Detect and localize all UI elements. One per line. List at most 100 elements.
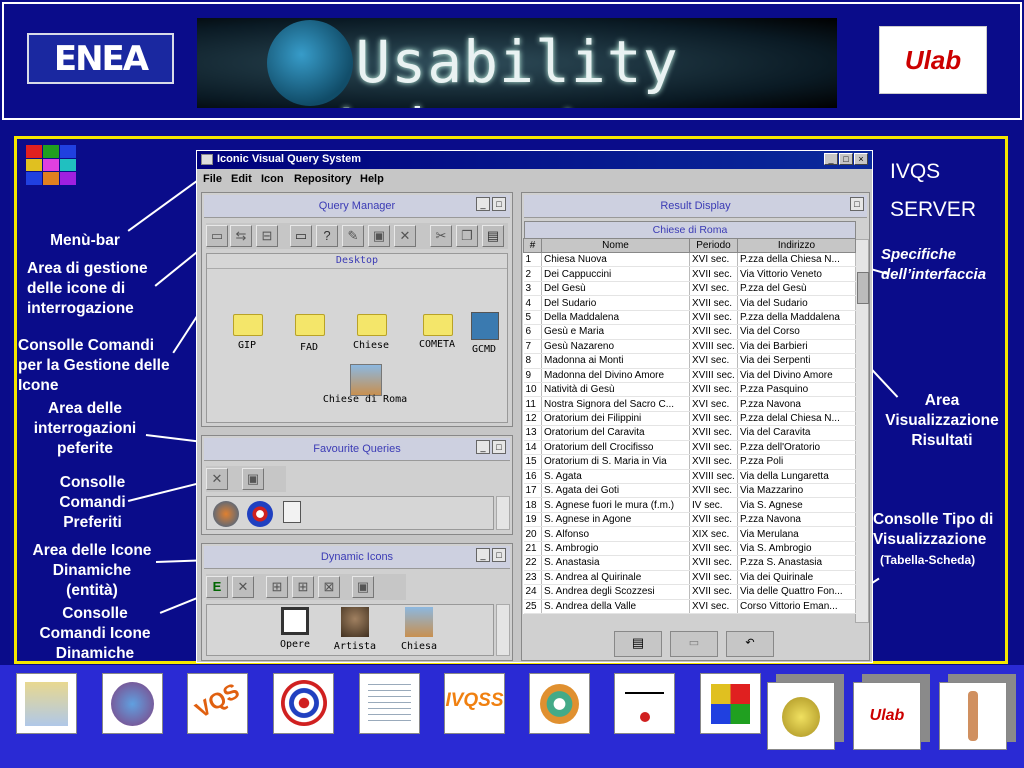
table-row[interactable]: 3 Del Gesù XVI sec. P.zza del Gesù — [523, 281, 856, 297]
column-header[interactable]: Nome — [541, 238, 690, 253]
relation-icon[interactable]: ⊠ — [318, 576, 340, 598]
menu-icon[interactable]: Icon — [261, 173, 284, 185]
table-row[interactable]: 10 Natività di Gesù XVII sec. P.zza Pasquin… — [523, 382, 856, 398]
satellite-icon[interactable] — [471, 312, 499, 340]
table-row[interactable]: 21 S. Ambrogio XVII sec. Via S. Ambrogio — [523, 541, 856, 557]
column-header[interactable]: Indirizzo — [737, 238, 856, 253]
open-folder-icon[interactable]: ▭ — [206, 225, 228, 247]
panel-minimize-button[interactable]: _ — [476, 548, 490, 562]
globe-icon[interactable] — [213, 501, 239, 527]
web-globe-icon[interactable] — [102, 673, 163, 734]
table-cell: S. Agata — [541, 469, 690, 485]
table-row[interactable]: 14 Oratorium dell Crocifisso XVII sec. P.zz… — [523, 440, 856, 456]
panel-maximize-button[interactable]: □ — [850, 197, 864, 211]
column-header[interactable]: Periodo — [689, 238, 738, 253]
table-row[interactable]: 15 Oratorium di S. Maria in Via XVII sec. P… — [523, 454, 856, 470]
table-cell: 13 — [523, 425, 542, 441]
table-row[interactable]: 17 S. Agata dei Goti XVII sec. Via Mazzarin… — [523, 483, 856, 499]
panel-minimize-button[interactable]: _ — [476, 440, 490, 454]
arrows-icon[interactable]: ⇆ — [230, 225, 252, 247]
table-row[interactable]: 11 Nostra Signora del Sacro C... XVI sec. P… — [523, 396, 856, 412]
column-header[interactable]: # — [523, 238, 542, 253]
church-icon[interactable] — [350, 364, 382, 396]
copy-icon[interactable]: ❐ — [456, 225, 478, 247]
www-globe-icon[interactable] — [767, 682, 835, 750]
table-row[interactable]: 22 S. Anastasia XVII sec. P.zza S. Anastasi… — [523, 555, 856, 571]
delete-icon[interactable]: ✕ — [232, 576, 254, 598]
new-folder-icon[interactable]: ▭ — [290, 225, 312, 247]
cut-icon[interactable]: ✂ — [430, 225, 452, 247]
table-row[interactable]: 4 Del Sudario XVII sec. Via del Sudario — [523, 295, 856, 311]
table-cell: XVII sec. — [689, 541, 738, 557]
table-row[interactable]: 5 Della Maddalena XVII sec. P.zza della Mad… — [523, 310, 856, 326]
painting-icon[interactable] — [281, 607, 309, 635]
table-cell: S. Agnese fuori le mura (f.m.) — [541, 497, 690, 513]
panel-minimize-button[interactable]: _ — [476, 197, 490, 211]
artist-icon[interactable] — [341, 607, 369, 637]
query-icon[interactable]: ▣ — [352, 576, 374, 598]
panel-maximize-button[interactable]: □ — [492, 440, 506, 454]
folder-icon[interactable] — [233, 314, 263, 336]
delete-icon[interactable]: ✕ — [206, 468, 228, 490]
table-row[interactable]: 20 S. Alfonso XIX sec. Via Merulana — [523, 526, 856, 542]
table-row[interactable]: 8 Madonna ai Monti XVI sec. Via dei Serpent… — [523, 353, 856, 369]
close-button[interactable]: × — [854, 153, 868, 165]
folder-label: Chiese — [352, 340, 390, 351]
table-row[interactable]: 13 Oratorium del Caravita XVII sec. Via del… — [523, 425, 856, 441]
target-icon[interactable] — [247, 501, 273, 527]
help-icon[interactable]: ? — [316, 225, 338, 247]
maximize-button[interactable]: □ — [839, 153, 853, 165]
table-row[interactable]: 2 Dei Cappuccini XVII sec. Via Vittorio Ven… — [523, 266, 856, 282]
result-scrollbar[interactable] — [855, 239, 869, 623]
table-view-button[interactable]: ▭ — [670, 631, 718, 657]
record-view-button[interactable]: ▤ — [614, 631, 662, 657]
menu-file[interactable]: File — [203, 173, 222, 185]
table-row[interactable]: 9 Madonna del Divino Amore XVIII sec. Via d… — [523, 368, 856, 383]
network-icon[interactable]: ⊟ — [256, 225, 278, 247]
table-row[interactable]: 16 S. Agata XVIII sec. Via della Lungaretta — [523, 469, 856, 485]
minimize-button[interactable]: _ — [824, 153, 838, 165]
table-row[interactable]: 24 S. Andrea degli Scozzesi XVII sec. Via d… — [523, 584, 856, 600]
query-icon[interactable]: ▣ — [368, 225, 390, 247]
computer-network-icon[interactable] — [614, 673, 675, 734]
menu-repository[interactable]: Repository — [294, 173, 351, 185]
panel-maximize-button[interactable]: □ — [492, 197, 506, 211]
drawing-tools-icon[interactable] — [359, 673, 420, 734]
edit-icon[interactable]: ✎ — [342, 225, 364, 247]
add-entity-icon[interactable]: E — [206, 576, 228, 598]
menu-edit[interactable]: Edit — [231, 173, 252, 185]
delete-icon[interactable]: ✕ — [394, 225, 416, 247]
table-row[interactable]: 23 S. Andrea al Quirinale XVII sec. Via dei… — [523, 570, 856, 586]
ulab-icon[interactable]: Ulab — [853, 682, 921, 750]
gears-icon[interactable] — [529, 673, 590, 734]
folder-icon[interactable] — [423, 314, 453, 336]
menu-help[interactable]: Help — [360, 173, 384, 185]
favourite-scrollbar[interactable] — [496, 496, 510, 530]
relation-icon[interactable]: ⊞ — [292, 576, 314, 598]
folder-icon[interactable] — [295, 314, 325, 336]
table-row[interactable]: 1 Chiesa Nuova XVI sec. P.zza della Chiesa … — [523, 252, 856, 268]
church-icon[interactable] — [405, 607, 433, 637]
target-icon[interactable] — [273, 673, 334, 734]
table-cell: Via dei Barbieri — [737, 339, 856, 355]
query-icon[interactable]: ▣ — [242, 468, 264, 490]
table-row[interactable]: 18 S. Agnese fuori le mura (f.m.) IV sec. V… — [523, 497, 856, 513]
table-row[interactable]: 12 Oratorium dei Filippini XVII sec. P.zza … — [523, 411, 856, 427]
table-row[interactable]: 6 Gesù e Maria XVII sec. Via del Corso — [523, 324, 856, 340]
folder-icon[interactable] — [357, 314, 387, 336]
table-row[interactable]: 7 Gesù Nazareno XVIII sec. Via dei Barbieri — [523, 339, 856, 355]
relation-icon[interactable]: ⊞ — [266, 576, 288, 598]
panel-maximize-button[interactable]: □ — [492, 548, 506, 562]
runner-icon[interactable] — [939, 682, 1007, 750]
back-button[interactable]: ↶ — [726, 631, 774, 657]
table-row[interactable]: 19 S. Agnese in Agone XVII sec. P.zza Navon… — [523, 512, 856, 528]
vqs-icon[interactable]: VQS — [187, 673, 248, 734]
note-icon[interactable] — [283, 501, 301, 523]
puzzle-icon[interactable] — [700, 673, 761, 734]
ivqss-icon[interactable]: IVQSS — [444, 673, 505, 734]
network-map-icon[interactable] — [16, 673, 77, 734]
paste-icon[interactable]: ▤ — [482, 225, 504, 247]
scroll-thumb[interactable] — [857, 272, 869, 304]
dynamic-scrollbar[interactable] — [496, 604, 510, 656]
table-row[interactable]: 25 S. Andrea della Valle XVI sec. Corso Vit… — [523, 599, 856, 614]
